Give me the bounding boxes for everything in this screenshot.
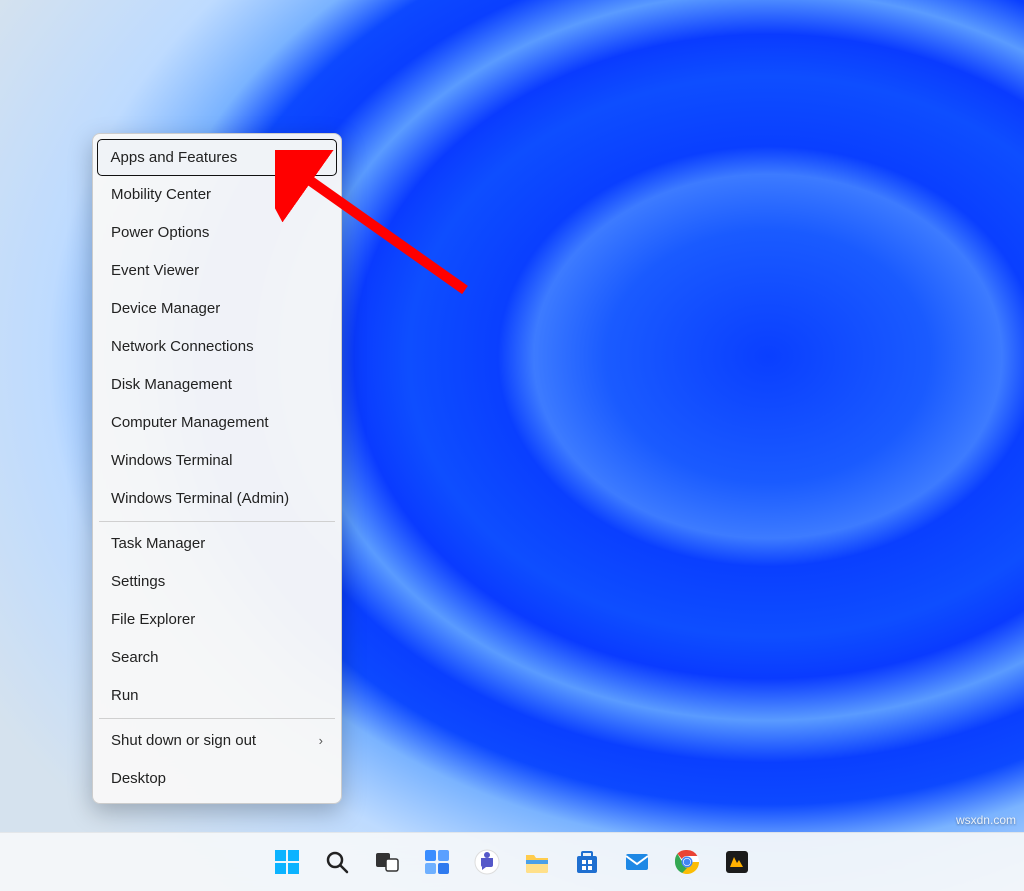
menu-item-label: Windows Terminal [111,452,232,470]
chat-icon[interactable] [466,841,508,883]
app-icon[interactable] [716,841,758,883]
menu-item-label: Network Connections [111,338,254,356]
menu-item-label: Apps and Features [111,149,238,167]
winx-context-menu: Apps and Features Mobility Center Power Op… [92,133,342,804]
mail-icon[interactable] [616,841,658,883]
task-view-icon[interactable] [366,841,408,883]
menu-item-shut-down-or-sign-out[interactable]: Shut down or sign out › [97,722,337,760]
menu-item-label: Power Options [111,224,209,242]
menu-item-mobility-center[interactable]: Mobility Center [97,176,337,214]
menu-item-search[interactable]: Search [97,639,337,677]
menu-item-event-viewer[interactable]: Event Viewer [97,252,337,290]
menu-item-label: Computer Management [111,414,269,432]
menu-item-apps-and-features[interactable]: Apps and Features [97,139,337,176]
start-icon[interactable] [266,841,308,883]
menu-item-disk-management[interactable]: Disk Management [97,366,337,404]
menu-item-power-options[interactable]: Power Options [97,214,337,252]
watermark-text: wsxdn.com [956,813,1016,827]
menu-item-label: Event Viewer [111,262,199,280]
menu-item-label: Desktop [111,770,166,788]
menu-item-label: Disk Management [111,376,232,394]
menu-item-run[interactable]: Run [97,677,337,715]
widgets-icon[interactable] [416,841,458,883]
menu-item-task-manager[interactable]: Task Manager [97,525,337,563]
search-icon[interactable] [316,841,358,883]
menu-item-windows-terminal-admin[interactable]: Windows Terminal (Admin) [97,480,337,518]
chrome-icon[interactable] [666,841,708,883]
menu-item-computer-management[interactable]: Computer Management [97,404,337,442]
menu-item-device-manager[interactable]: Device Manager [97,290,337,328]
file-explorer-icon[interactable] [516,841,558,883]
microsoft-store-icon[interactable] [566,841,608,883]
menu-item-label: Shut down or sign out [111,732,256,750]
menu-item-network-connections[interactable]: Network Connections [97,328,337,366]
menu-item-settings[interactable]: Settings [97,563,337,601]
menu-item-label: Mobility Center [111,186,211,204]
menu-item-label: Search [111,649,159,667]
menu-item-label: Windows Terminal (Admin) [111,490,289,508]
menu-item-file-explorer[interactable]: File Explorer [97,601,337,639]
menu-item-windows-terminal[interactable]: Windows Terminal [97,442,337,480]
chevron-right-icon: › [319,733,323,749]
taskbar [0,832,1024,891]
menu-item-label: Run [111,687,139,705]
menu-item-label: File Explorer [111,611,195,629]
menu-separator [99,521,335,522]
menu-item-label: Device Manager [111,300,220,318]
menu-item-label: Settings [111,573,165,591]
menu-item-label: Task Manager [111,535,205,553]
menu-item-desktop[interactable]: Desktop [97,760,337,798]
menu-separator [99,718,335,719]
